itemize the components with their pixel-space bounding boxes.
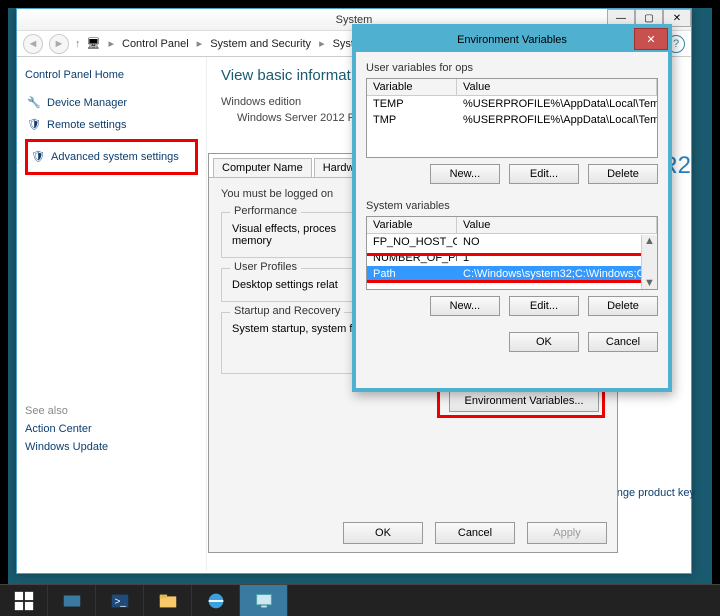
computer-icon: 🖥 <box>87 37 101 50</box>
sidebar-item-advanced-settings[interactable]: 🛡 Advanced system settings <box>29 149 194 165</box>
environment-variables-dialog: Environment Variables ✕ User variables f… <box>352 24 672 392</box>
tab-computer-name[interactable]: Computer Name <box>213 158 312 177</box>
sysprops-ok-button[interactable]: OK <box>343 522 423 544</box>
envvars-titlebar[interactable]: Environment Variables ✕ <box>356 28 668 52</box>
user-var-row: TEMP %USERPROFILE%\AppData\Local\Temp <box>367 96 657 112</box>
forward-button[interactable]: ► <box>49 34 69 54</box>
see-also-heading: See also <box>25 405 198 417</box>
shield-icon: 🛡 <box>27 118 41 132</box>
sys-var-row-path: Path C:\Windows\system32;C:\Windows;C:\W… <box>367 266 657 282</box>
user-edit-button[interactable]: Edit... <box>509 164 579 184</box>
envvars-title: Environment Variables <box>457 34 567 46</box>
sys-edit-button[interactable]: Edit... <box>509 296 579 316</box>
svg-text:>_: >_ <box>114 596 126 607</box>
col-variable[interactable]: Variable <box>367 79 457 95</box>
col-variable-sys[interactable]: Variable <box>367 217 457 233</box>
envvars-ok-button[interactable]: OK <box>509 332 579 352</box>
sys-new-button[interactable]: New... <box>430 296 500 316</box>
envvars-close-button[interactable]: ✕ <box>634 28 668 50</box>
taskbar-ie[interactable] <box>192 585 240 616</box>
taskbar: >_ <box>0 584 720 616</box>
user-vars-label: User variables for ops <box>366 62 658 74</box>
taskbar-system[interactable] <box>240 585 288 616</box>
user-var-row: TMP %USERPROFILE%\AppData\Local\Temp <box>367 112 657 128</box>
taskbar-server-manager[interactable] <box>48 585 96 616</box>
sys-vars-scrollbar[interactable]: ▲▼ <box>641 235 657 289</box>
see-also-windows-update[interactable]: Windows Update <box>25 441 198 453</box>
sys-vars-label: System variables <box>366 200 658 212</box>
legend-performance: Performance <box>230 205 301 217</box>
user-delete-button[interactable]: Delete <box>588 164 658 184</box>
sys-delete-button[interactable]: Delete <box>588 296 658 316</box>
breadcrumb-2[interactable]: System and Security <box>210 38 311 50</box>
device-icon: 🔧 <box>27 96 41 110</box>
sidebar-item-device-manager[interactable]: 🔧 Device Manager <box>25 95 198 111</box>
start-button[interactable] <box>0 585 48 616</box>
envvars-cancel-button[interactable]: Cancel <box>588 332 658 352</box>
control-panel-home-link[interactable]: Control Panel Home <box>25 69 198 81</box>
environment-variables-button[interactable]: Environment Variables... <box>449 390 599 412</box>
col-value-sys[interactable]: Value <box>457 217 657 233</box>
up-button[interactable]: ↑ <box>75 38 81 50</box>
sys-vars-list[interactable]: Variable Value FP_NO_HOST_CH... NO NUMBE… <box>366 216 658 290</box>
sidebar-label-device: Device Manager <box>47 97 127 109</box>
breadcrumb-1[interactable]: Control Panel <box>122 38 189 50</box>
desktop: System — ▢ ✕ ◄ ► ↑ 🖥 ▸ Control Panel ▸ S… <box>8 8 712 608</box>
sidebar-item-remote-settings[interactable]: 🛡 Remote settings <box>25 117 198 133</box>
sysprops-cancel-button[interactable]: Cancel <box>435 522 515 544</box>
user-new-button[interactable]: New... <box>430 164 500 184</box>
taskbar-powershell[interactable]: >_ <box>96 585 144 616</box>
sys-var-row: NUMBER_OF_PRO... 1 <box>367 250 657 266</box>
sidebar: Control Panel Home 🔧 Device Manager 🛡 Re… <box>17 57 207 571</box>
shield-icon: 🛡 <box>31 150 45 164</box>
col-value[interactable]: Value <box>457 79 657 95</box>
back-button[interactable]: ◄ <box>23 34 43 54</box>
user-vars-list[interactable]: Variable Value TEMP %USERPROFILE%\AppDat… <box>366 78 658 158</box>
sysprops-apply-button[interactable]: Apply <box>527 522 607 544</box>
sidebar-label-advanced: Advanced system settings <box>51 151 179 163</box>
taskbar-explorer[interactable] <box>144 585 192 616</box>
see-also-action-center[interactable]: Action Center <box>25 423 198 435</box>
sys-var-row: FP_NO_HOST_CH... NO <box>367 234 657 250</box>
legend-userprofiles: User Profiles <box>230 261 301 273</box>
sidebar-label-remote: Remote settings <box>47 119 126 131</box>
legend-startup: Startup and Recovery <box>230 305 344 317</box>
